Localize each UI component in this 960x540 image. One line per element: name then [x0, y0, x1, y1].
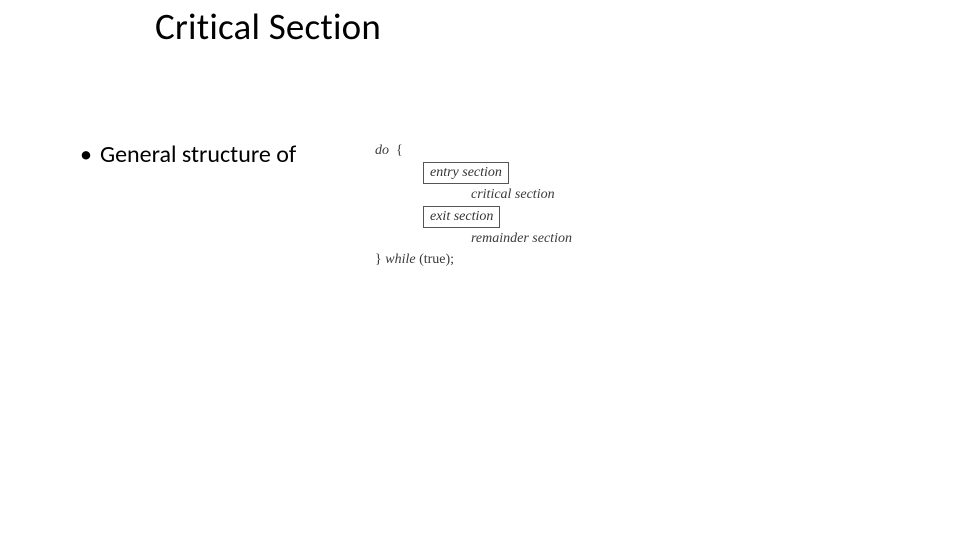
code-line-while: } while (true); [375, 249, 675, 271]
code-line-entry: entry section [375, 162, 675, 184]
bullet-text: General structure of [100, 140, 296, 169]
code-line-exit: exit section [375, 206, 675, 228]
critical-text: critical section [471, 187, 555, 202]
kw-while: while [385, 252, 415, 267]
slide-title: Critical Section [155, 4, 381, 49]
code-line-do: do { [375, 140, 675, 162]
entry-box: entry section [423, 162, 509, 184]
bullet-dot: • [80, 143, 92, 167]
code-line-remainder: remainder section [375, 228, 675, 250]
exit-box: exit section [423, 206, 500, 228]
while-cond: (true); [419, 252, 454, 267]
code-block: do { entry section critical section exit… [375, 140, 675, 271]
remainder-text: remainder section [471, 231, 572, 246]
bullet-item: • General structure of [80, 140, 296, 169]
code-line-critical: critical section [375, 184, 675, 206]
brace-open: { [396, 143, 403, 158]
kw-do: do [375, 143, 389, 158]
brace-close: } [375, 252, 382, 267]
slide: Critical Section • General structure of … [0, 0, 960, 540]
